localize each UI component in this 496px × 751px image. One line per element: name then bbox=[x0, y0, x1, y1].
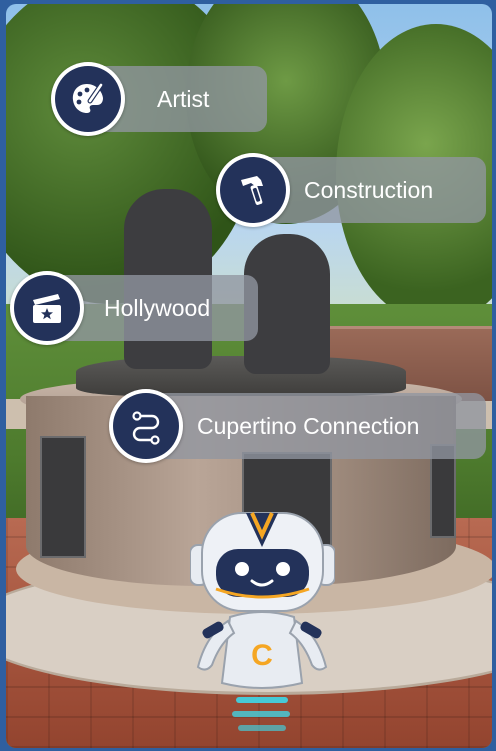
menu-icon-circle[interactable] bbox=[10, 271, 84, 345]
menu-item-construction[interactable]: Construction bbox=[216, 153, 486, 227]
menu-item-hollywood[interactable]: Hollywood bbox=[10, 271, 258, 345]
hover-line bbox=[238, 725, 286, 731]
menu-item-cupertino-connection[interactable]: Cupertino Connection bbox=[109, 389, 486, 463]
menu-item-label: Artist bbox=[157, 85, 210, 112]
menu-item-label: Cupertino Connection bbox=[197, 412, 420, 439]
palette-icon bbox=[72, 82, 104, 113]
menu-item-artist[interactable]: Artist bbox=[51, 62, 267, 136]
hover-line bbox=[232, 711, 290, 717]
plaque-left bbox=[40, 436, 86, 558]
ar-camera-view: C Artist Construction Hollywood Cupertin… bbox=[6, 4, 492, 748]
menu-chip[interactable]: Cupertino Connection bbox=[145, 393, 486, 459]
menu-icon-circle[interactable] bbox=[51, 62, 125, 136]
menu-item-label: Construction bbox=[304, 176, 434, 203]
robot-mascot[interactable]: C bbox=[190, 507, 335, 747]
mascot-badge-letter: C bbox=[251, 639, 273, 672]
menu-icon-circle[interactable] bbox=[216, 153, 290, 227]
menu-icon-circle[interactable] bbox=[109, 389, 183, 463]
menu-item-label: Hollywood bbox=[104, 294, 211, 321]
hammer-icon bbox=[241, 176, 263, 205]
clapperboard-star-icon bbox=[33, 294, 61, 323]
hover-line bbox=[236, 697, 288, 703]
route-path-icon bbox=[132, 411, 160, 445]
